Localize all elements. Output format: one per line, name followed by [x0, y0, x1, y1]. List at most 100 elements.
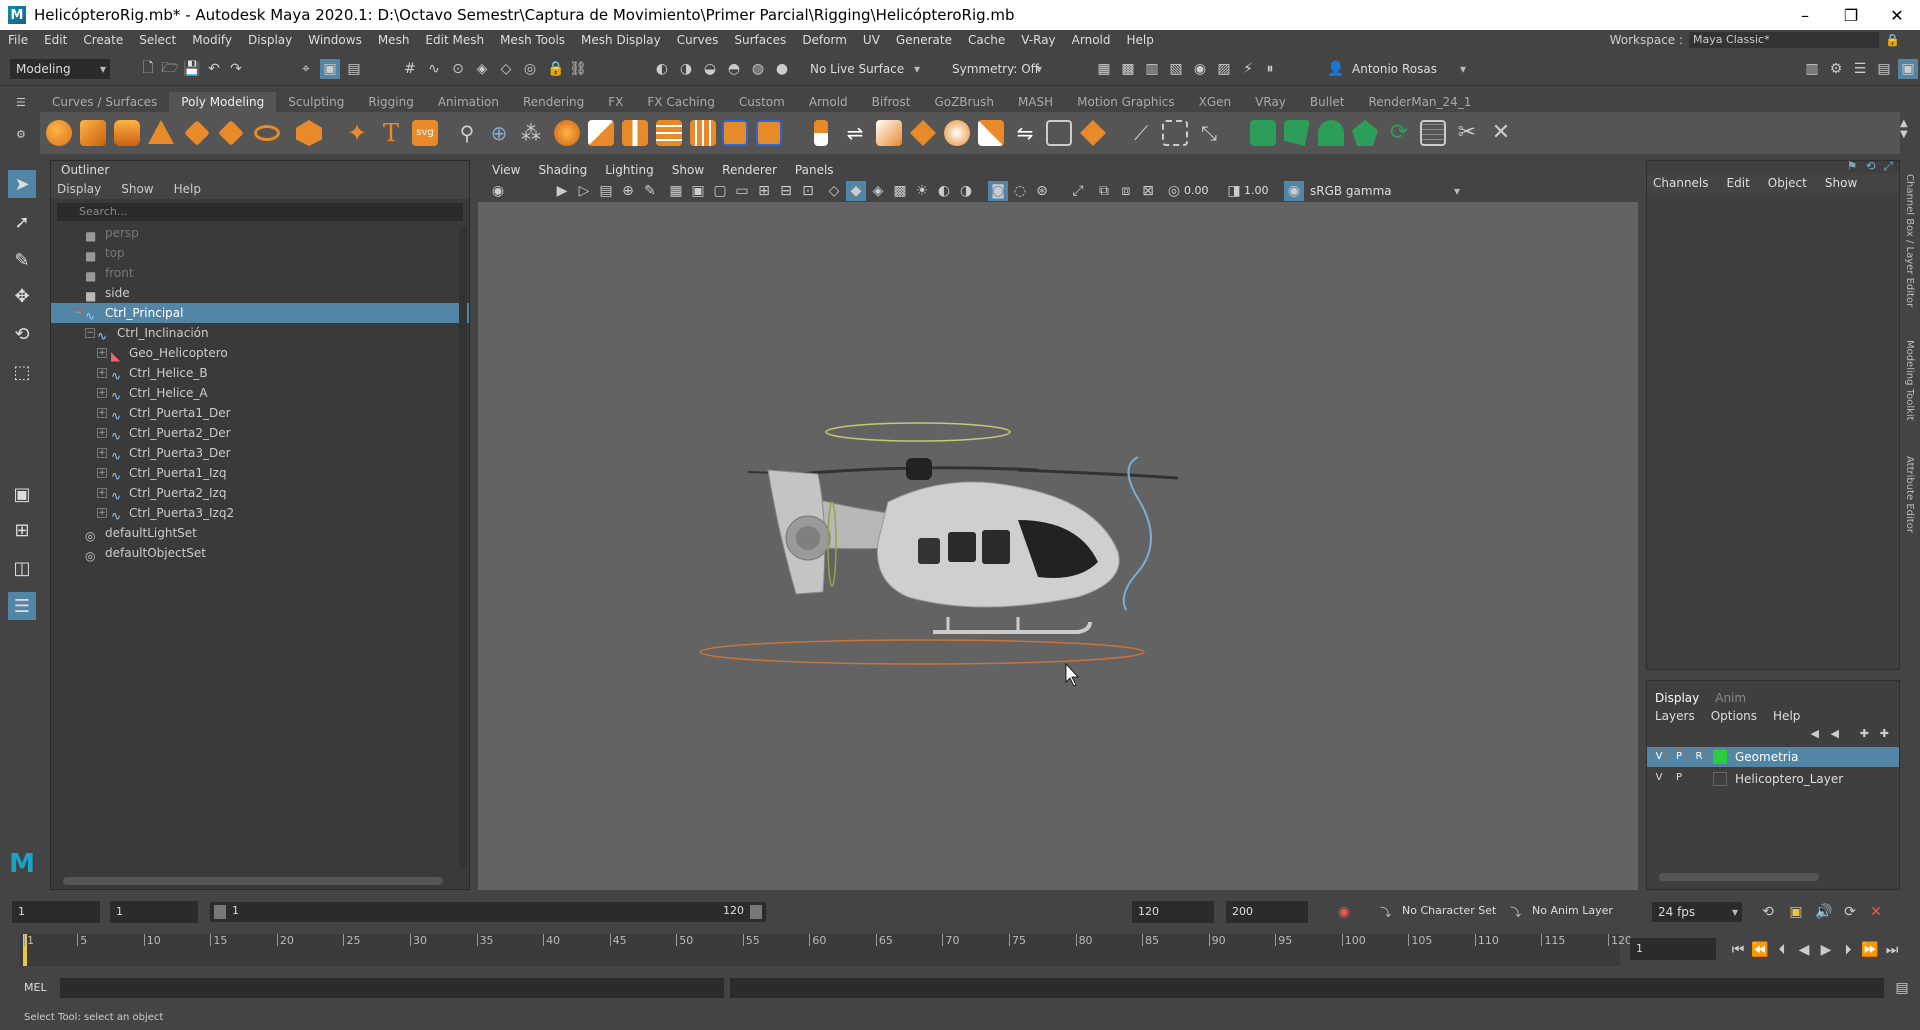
construction-history-icon[interactable]: ⛓: [568, 59, 588, 79]
bevel-icon[interactable]: [876, 120, 902, 146]
outliner-item-default-light-set[interactable]: ◎ defaultLightSet: [51, 523, 469, 543]
outliner-item-top[interactable]: ■ top: [51, 243, 469, 263]
snap-curve-icon[interactable]: ∿: [424, 59, 444, 79]
menu-deform[interactable]: Deform: [794, 33, 855, 47]
layer-playback-toggle[interactable]: P: [1671, 772, 1687, 786]
outliner-item-ctrl-puerta2-der[interactable]: + ∿ Ctrl_Puerta2_Der: [51, 423, 469, 443]
vray-render-icon[interactable]: ▨: [1214, 59, 1234, 79]
play-backwards-icon[interactable]: ◀: [1794, 940, 1814, 960]
two-view-icon[interactable]: ◫: [8, 554, 36, 582]
viewport-menu-view[interactable]: View: [492, 160, 520, 180]
snap-surface-icon[interactable]: ◇: [496, 59, 516, 79]
layer-hscrollbar[interactable]: [1659, 873, 1819, 881]
viewport-menu-lighting[interactable]: Lighting: [605, 160, 654, 180]
multicut-icon[interactable]: [978, 120, 1004, 146]
menu-uv[interactable]: UV: [855, 33, 888, 47]
cmd-language-label[interactable]: MEL: [24, 981, 47, 994]
layer-tab-display[interactable]: Display: [1655, 689, 1699, 707]
wireframe-on-shaded-icon[interactable]: ◈: [868, 181, 888, 201]
attribute-editor-icon[interactable]: ☰: [1850, 59, 1870, 79]
xray-joints-icon[interactable]: ⊛: [1032, 181, 1052, 201]
lock-selection-icon[interactable]: 🔒: [546, 59, 566, 79]
command-input[interactable]: [60, 978, 724, 998]
loop-icon[interactable]: ⟲: [1758, 902, 1778, 922]
go-to-start-icon[interactable]: ⏮: [1728, 940, 1748, 960]
menu-select[interactable]: Select: [131, 33, 184, 47]
ctrl-helice-a-curve[interactable]: [825, 422, 1011, 442]
menu-edit-mesh[interactable]: Edit Mesh: [417, 33, 492, 47]
menu-vray[interactable]: V-Ray: [1013, 33, 1063, 47]
single-view-icon[interactable]: ▣: [8, 480, 36, 508]
snap-view-icon[interactable]: ◈: [472, 59, 492, 79]
shelf-tab-rendering[interactable]: Rendering: [511, 92, 596, 112]
outliner-item-ctrl-inclinacion[interactable]: − ∿ Ctrl_Inclinación: [51, 323, 469, 343]
collapse-icon[interactable]: −: [85, 328, 95, 338]
outliner-item-geo-helicoptero[interactable]: + ◣ Geo_Helicoptero: [51, 343, 469, 363]
time-slider-bar[interactable]: 1 5 10 15 20 25 30 35 40 45 50 55 60 65 70 75 80 85 90 95 10…: [20, 934, 1632, 966]
field-chart-icon[interactable]: ⊞: [754, 181, 774, 201]
menu-windows[interactable]: Windows: [300, 33, 370, 47]
bookmark-icon[interactable]: ▷: [574, 181, 594, 201]
platonic-solid-icon[interactable]: [296, 120, 322, 146]
connect-icon[interactable]: [1046, 120, 1072, 146]
sculpt-tool-icon[interactable]: ⚲: [454, 120, 480, 146]
menu-mesh-tools[interactable]: Mesh Tools: [492, 33, 573, 47]
viewport-menu-renderer[interactable]: Renderer: [722, 160, 777, 180]
outliner-layout-icon[interactable]: ☰: [8, 592, 36, 620]
anim-layer-dropdown[interactable]: No Anim Layer: [1532, 904, 1613, 917]
screen-space-icon[interactable]: ⊠: [1138, 181, 1158, 201]
textured-icon[interactable]: ▩: [890, 181, 910, 201]
lock-icon[interactable]: 🔒: [1885, 33, 1900, 47]
menu-curves[interactable]: Curves: [669, 33, 727, 47]
layer-visibility-toggle[interactable]: V: [1651, 772, 1667, 786]
mirror-icon[interactable]: [722, 120, 748, 146]
particles-icon[interactable]: ⁂: [518, 120, 544, 146]
shelf-tab-bullet[interactable]: Bullet: [1298, 92, 1357, 112]
expand-icon[interactable]: +: [97, 508, 107, 518]
outliner-item-ctrl-puerta2-izq[interactable]: + ∿ Ctrl_Puerta2_Izq: [51, 483, 469, 503]
viewport-menu-panels[interactable]: Panels: [795, 160, 834, 180]
exposure-value[interactable]: 0.00: [1184, 184, 1209, 197]
layer-reference-toggle[interactable]: R: [1691, 750, 1707, 764]
script-editor-icon[interactable]: ▤: [1892, 978, 1912, 998]
render-settings-icon[interactable]: ◒: [700, 59, 720, 79]
combine-icon[interactable]: [554, 120, 580, 146]
collapse-icon[interactable]: [1080, 120, 1106, 146]
channel-menu-channels[interactable]: Channels: [1653, 173, 1709, 193]
outliner-item-ctrl-puerta3-der[interactable]: + ∿ Ctrl_Puerta3_Der: [51, 443, 469, 463]
channel-box-refresh-icon[interactable]: ⟲: [1865, 159, 1875, 174]
new-layer-selected-icon[interactable]: ✚: [1880, 727, 1889, 740]
grease-pencil-icon[interactable]: ✎: [640, 181, 660, 201]
fps-dropdown[interactable]: 24 fps: [1652, 902, 1742, 922]
shelf-tab-vray[interactable]: VRay: [1243, 92, 1298, 112]
sidebar-toggle-icon[interactable]: ▥: [1802, 59, 1822, 79]
shelf-settings-icon[interactable]: ⚙: [16, 128, 32, 144]
new-scene-icon[interactable]: 🗋: [138, 59, 158, 79]
slide-edge-icon[interactable]: ⤡: [1196, 120, 1222, 146]
current-frame-field[interactable]: 1: [1630, 938, 1716, 960]
play-forwards-icon[interactable]: ▶: [1816, 940, 1836, 960]
color-management-icon[interactable]: ◉: [1284, 181, 1304, 201]
outliner-item-ctrl-helice-b[interactable]: + ∿ Ctrl_Helice_B: [51, 363, 469, 383]
character-set-dropdown[interactable]: No Character Set: [1402, 904, 1496, 917]
ctrl-principal-curve[interactable]: [699, 639, 1145, 665]
expand-icon[interactable]: +: [97, 368, 107, 378]
viewport-menu-show[interactable]: Show: [672, 160, 704, 180]
safe-action-icon[interactable]: ⊟: [776, 181, 796, 201]
outliner-item-ctrl-puerta3-izq2[interactable]: + ∿ Ctrl_Puerta3_Izq2: [51, 503, 469, 523]
shelf-tab-sculpting[interactable]: Sculpting: [276, 92, 356, 112]
channel-menu-object[interactable]: Object: [1768, 173, 1807, 193]
open-scene-icon[interactable]: 🗁: [160, 59, 180, 79]
workspace-dropdown[interactable]: Maya Classic*: [1689, 32, 1880, 48]
shelf-tab-custom[interactable]: Custom: [727, 92, 797, 112]
select-component-icon[interactable]: ▤: [344, 59, 364, 79]
rotate-tool-icon[interactable]: ⟲: [8, 320, 36, 348]
menu-help[interactable]: Help: [1119, 33, 1162, 47]
range-slider[interactable]: 1 120: [210, 902, 766, 922]
ambient-occlusion-icon[interactable]: ◑: [956, 181, 976, 201]
automatic-map-icon[interactable]: ⟳: [1386, 120, 1412, 146]
bridge-icon[interactable]: ⇌: [842, 120, 868, 146]
scale-tool-icon[interactable]: ⬚: [8, 358, 36, 386]
xray-icon[interactable]: ◌: [1010, 181, 1030, 201]
shelf-tab-fx-caching[interactable]: FX Caching: [635, 92, 726, 112]
